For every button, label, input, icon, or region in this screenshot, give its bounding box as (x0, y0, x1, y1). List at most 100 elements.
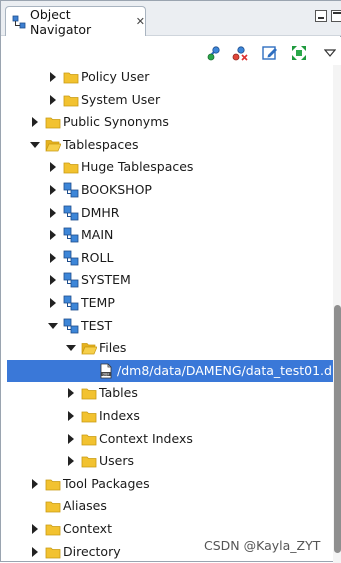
folder-icon (45, 114, 61, 130)
scrollbar-thumb[interactable] (334, 305, 341, 553)
collapsed-arrow-icon[interactable] (48, 298, 58, 308)
folder-icon (81, 408, 97, 424)
tablespace-icon (63, 295, 79, 311)
collapsed-arrow-icon[interactable] (48, 230, 58, 241)
collapsed-arrow-icon[interactable] (30, 524, 40, 534)
tablespace-icon (63, 318, 79, 334)
tree-item[interactable]: Context (7, 518, 333, 540)
tree-item-label: BOOKSHOP (81, 182, 152, 197)
expanded-arrow-icon[interactable] (30, 140, 40, 150)
tree-item-label: System User (81, 91, 161, 107)
collapsed-arrow-icon[interactable] (66, 433, 76, 444)
object-navigator-icon (12, 15, 26, 29)
tree-item-label: Tables (99, 385, 138, 401)
collapsed-arrow-icon[interactable] (48, 185, 58, 195)
edit-icon[interactable] (261, 44, 279, 62)
tree-item[interactable]: Users (7, 450, 333, 472)
tablespace-icon (63, 182, 79, 198)
tree-item[interactable]: Policy User (7, 66, 333, 88)
collapsed-arrow-icon[interactable] (48, 207, 58, 218)
tree-item[interactable]: SYSTEM (7, 269, 333, 291)
tree-item[interactable]: Tablespaces (7, 134, 333, 156)
tablespace-icon (63, 205, 79, 221)
folder-icon (45, 476, 61, 492)
tree-item-label: Context (63, 521, 112, 536)
tab-title: Object Navigator (30, 6, 92, 37)
collapsed-arrow-icon[interactable] (48, 94, 58, 105)
tree-item-label: Context Indexs (99, 430, 193, 446)
folder-icon (81, 453, 97, 469)
tree-item[interactable]: Tool Packages (7, 473, 333, 495)
collapsed-arrow-icon[interactable] (48, 252, 58, 263)
tree-item-label: Indexs (99, 408, 140, 423)
tree-item-label: ROLL (81, 249, 114, 265)
tree-item-label: SYSTEM (81, 272, 131, 288)
object-tree[interactable]: Policy User System User Public Synonyms Tab… (7, 65, 333, 563)
folder-icon (81, 385, 97, 401)
disconnect-icon[interactable] (231, 44, 249, 62)
tree-item[interactable]: Huge Tablespaces (7, 156, 333, 178)
collapsed-arrow-icon[interactable] (66, 388, 76, 399)
dbf-file-icon: DBF (98, 363, 114, 379)
tree-item[interactable]: Indexs (7, 405, 333, 427)
tablespace-icon (63, 272, 79, 288)
svg-text:DBF: DBF (103, 372, 110, 376)
folder-open-icon (81, 340, 98, 356)
connect-icon[interactable] (206, 44, 224, 62)
tree-item-label: /dm8/data/DAMENG/data_test01.dbf (117, 362, 333, 378)
collapsed-arrow-icon[interactable] (48, 162, 58, 173)
tree-item[interactable]: TEST (7, 315, 333, 337)
tree-item[interactable]: DBF/dm8/data/DAMENG/data_test01.dbf (7, 359, 333, 382)
collapsed-arrow-icon[interactable] (30, 117, 40, 128)
folder-icon (45, 498, 61, 514)
collapsed-arrow-icon[interactable] (66, 456, 76, 467)
tree-item[interactable]: Public Synonyms (7, 111, 333, 133)
tree-item-label: TEMP (81, 295, 115, 310)
tree-item[interactable]: Files (7, 337, 333, 359)
folder-open-icon (45, 137, 62, 153)
tree-item[interactable]: BOOKSHOP (7, 179, 333, 201)
collapsed-arrow-icon[interactable] (48, 72, 58, 82)
expand-all-icon[interactable] (290, 44, 308, 62)
tree-item[interactable]: Aliases (7, 495, 333, 517)
close-icon[interactable]: ✕ (136, 15, 145, 28)
tree-item[interactable]: TEMP (7, 292, 333, 314)
tree-item-label: TEST (81, 317, 113, 333)
folder-icon (45, 521, 61, 537)
tab-object-navigator[interactable]: Object Navigator ✕ (5, 6, 146, 37)
maximize-button[interactable] (331, 10, 341, 22)
collapsed-arrow-icon[interactable] (30, 546, 40, 557)
tree-item-label: Tool Packages (63, 475, 150, 491)
folder-icon (63, 159, 79, 175)
tree-item-label: Aliases (63, 498, 107, 514)
tree-item-label: Tablespaces (63, 136, 139, 152)
view-menu-icon[interactable] (321, 44, 339, 62)
expanded-arrow-icon[interactable] (48, 321, 58, 331)
minimize-button[interactable] (315, 10, 327, 22)
tree-item-label: DMHR (81, 204, 120, 220)
folder-icon (63, 69, 79, 85)
folder-icon (45, 544, 61, 560)
tablespace-icon (63, 250, 79, 266)
tree-item[interactable]: DMHR (7, 202, 333, 224)
collapsed-arrow-icon[interactable] (30, 478, 40, 489)
object-navigator-panel: Object Navigator ✕ Policy User System Us… (0, 0, 341, 563)
tree-item-label: Policy User (81, 69, 150, 84)
tree-item-label: Directory (63, 543, 121, 559)
tree-item-label: Huge Tablespaces (81, 159, 194, 175)
expanded-arrow-icon[interactable] (66, 343, 76, 353)
folder-icon (81, 431, 97, 447)
panel-toolbar (1, 37, 341, 67)
tablespace-icon (63, 227, 79, 243)
tree-item[interactable]: MAIN (7, 224, 333, 246)
collapsed-arrow-icon[interactable] (48, 275, 58, 286)
tree-item[interactable]: ROLL (7, 247, 333, 269)
tree-item[interactable]: System User (7, 89, 333, 111)
tree-item[interactable]: Context Indexs (7, 428, 333, 450)
panel-titlebar: Object Navigator ✕ (1, 1, 341, 37)
vertical-scrollbar[interactable] (333, 65, 341, 563)
tree-item-label: Public Synonyms (63, 114, 169, 130)
tree-item-label: MAIN (81, 227, 114, 243)
tree-item[interactable]: Tables (7, 382, 333, 404)
collapsed-arrow-icon[interactable] (66, 411, 76, 421)
